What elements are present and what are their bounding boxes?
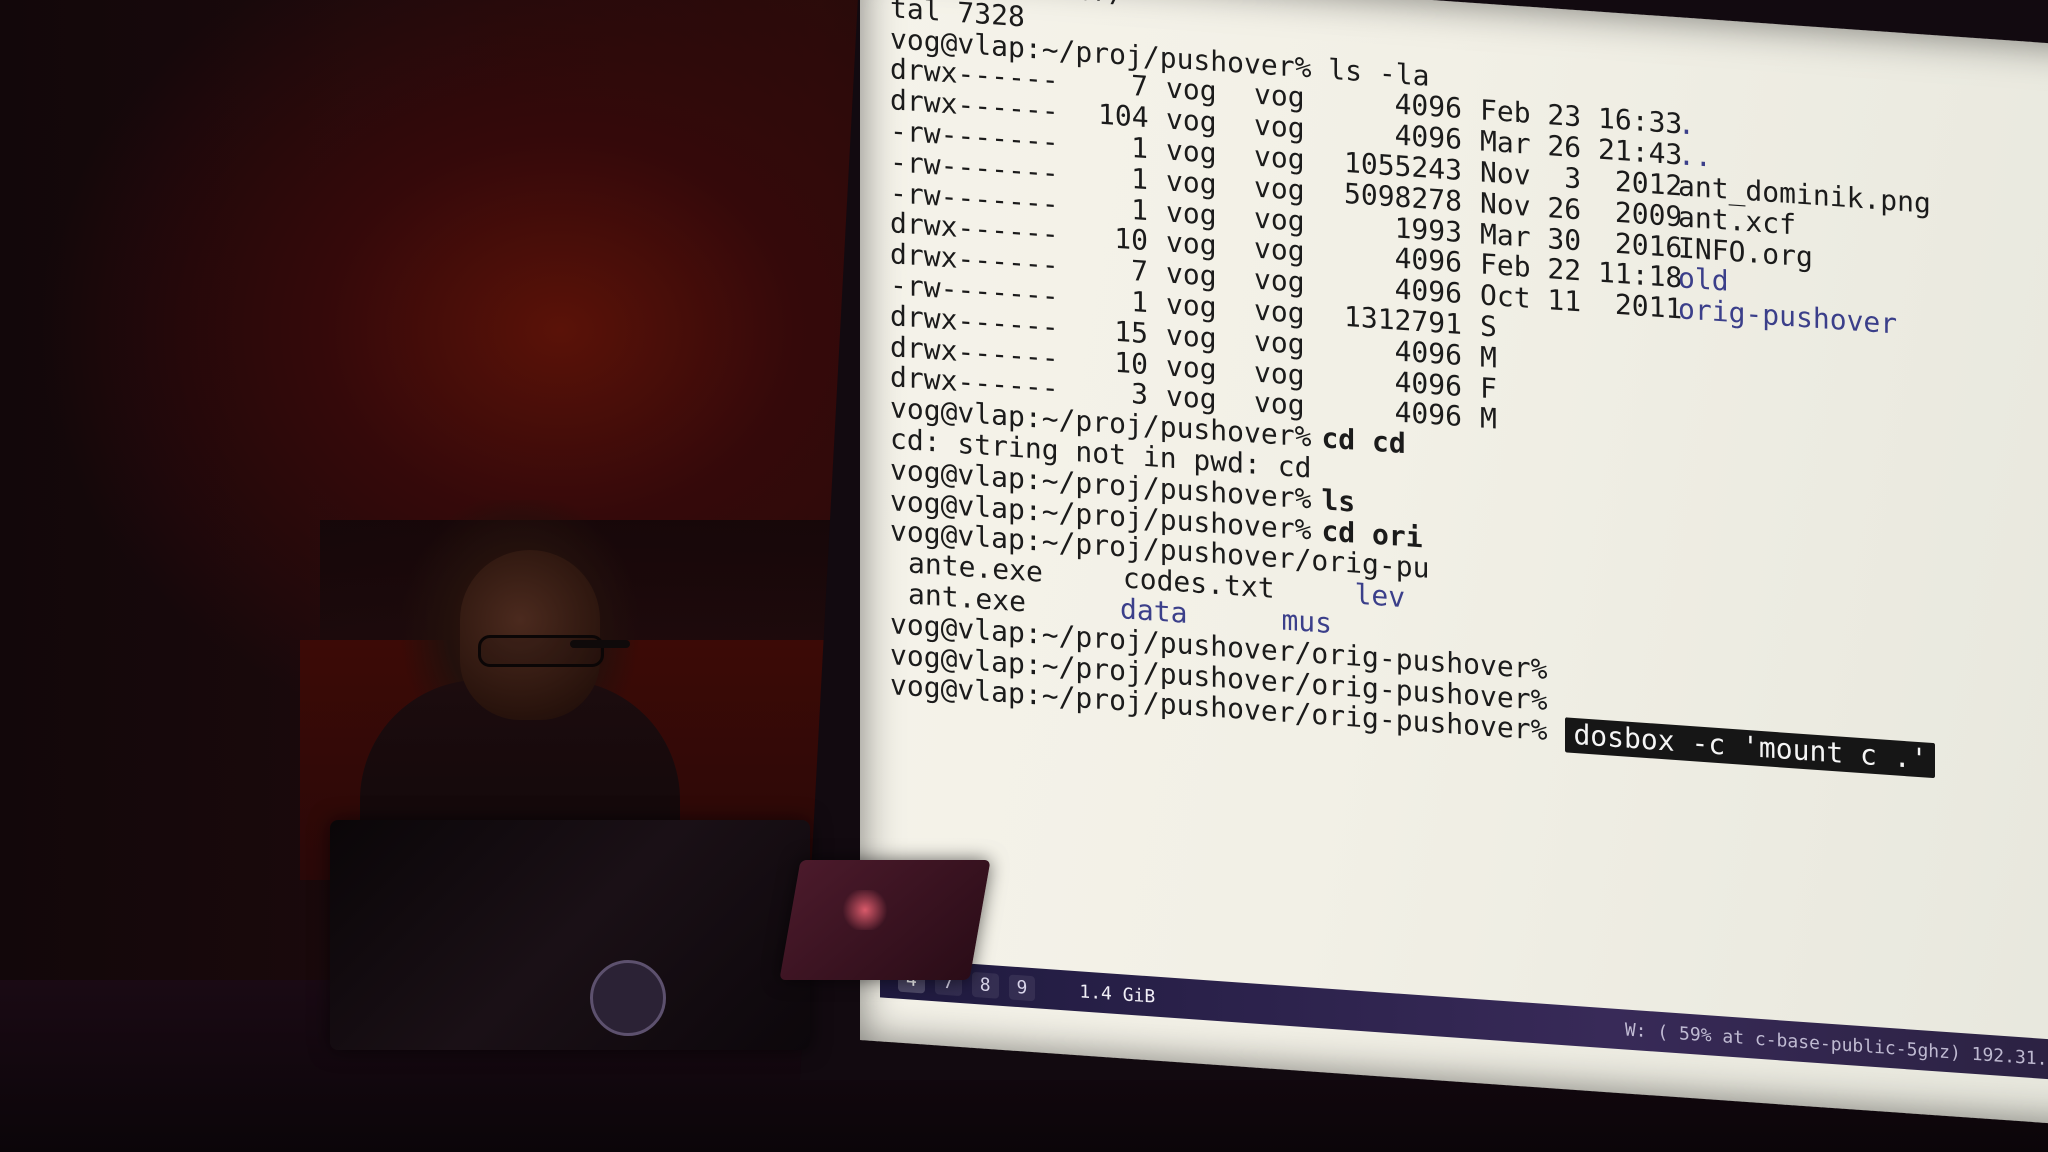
ls-links: 1 [1131,284,1148,320]
file-entry-dir: lev [1354,577,1406,615]
history-command: cd cd [1321,421,1406,461]
ls-links: 1 [1131,161,1148,196]
projector-light [840,890,890,930]
terminal-window: proj/pushover/ tal 7328 vog@vlap:~/proj/… [890,0,2010,1040]
ls-links: 15 [1114,314,1148,350]
workspace-tab[interactable]: 9 [1008,973,1036,1001]
ls-links: 10 [1114,222,1148,258]
workspace-tab[interactable]: 8 [971,971,999,999]
laptop-sticker-icon [590,960,666,1036]
ls-links: 104 [1098,97,1149,135]
ls-links: 7 [1131,254,1148,289]
history-command: ls [1321,483,1356,519]
laptop [330,820,810,1050]
ls-links: 1 [1131,130,1148,166]
projected-terminal-screen: proj/pushover/ tal 7328 vog@vlap:~/proj/… [860,0,2048,1129]
ls-links: 10 [1114,345,1148,381]
photo-scene: proj/pushover/ tal 7328 vog@vlap:~/proj/… [0,0,2048,1152]
memory-usage: 1.4 GiB [1079,980,1156,1008]
ls-links: 1 [1131,192,1148,227]
headset-mic [570,640,630,648]
